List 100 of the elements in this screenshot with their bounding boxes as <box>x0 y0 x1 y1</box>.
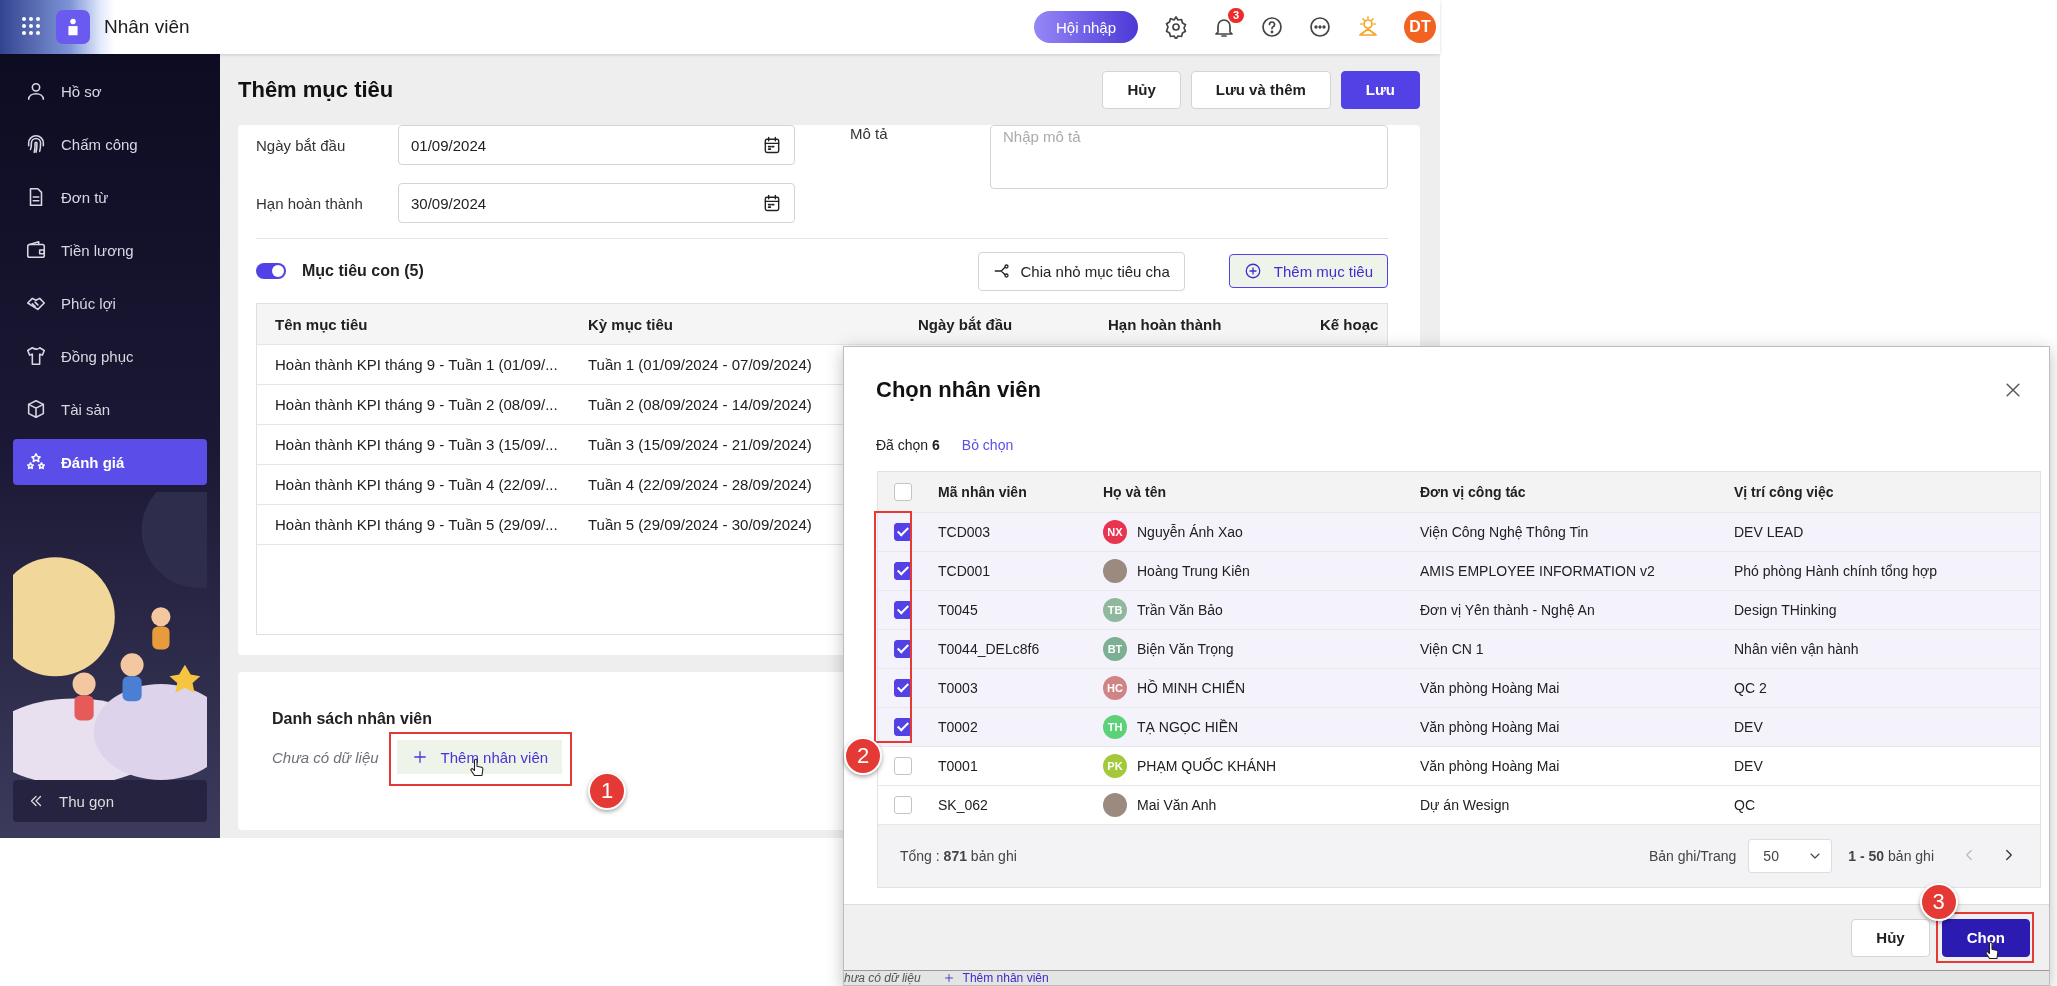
split-goal-button[interactable]: Chia nhỏ mục tiêu cha <box>977 251 1185 291</box>
help-icon[interactable] <box>1260 15 1284 39</box>
sidebar-item[interactable]: Tiền lương <box>13 227 207 273</box>
table-cell: Tuần 5 (29/09/2024 - 30/09/2024) <box>588 516 812 533</box>
toggle-switch[interactable] <box>256 263 286 279</box>
page-title: Thêm mục tiêu <box>238 76 395 103</box>
notification-badge: 3 <box>1227 8 1244 23</box>
app-grid-icon[interactable] <box>22 17 42 37</box>
plus-icon <box>942 972 955 984</box>
onboarding-button[interactable]: Hội nhập <box>1033 11 1138 43</box>
table-cell-text: T0002 <box>937 719 979 735</box>
sidebar-item[interactable]: Chấm công <box>13 121 207 167</box>
page-size-select[interactable]: 50 <box>1748 839 1833 873</box>
more-icon[interactable] <box>1308 15 1332 39</box>
empty-state-text: Chưa có dữ liệu <box>272 748 379 766</box>
section-title: Mục tiêu con (5) <box>302 262 425 280</box>
table-cell-text: DEV <box>1733 719 1764 735</box>
table-cell-text: DEV <box>1733 758 1764 774</box>
employee-name: HỒ MINH CHIẾN <box>1137 680 1246 696</box>
step-marker: 3 <box>1919 882 1958 921</box>
cancel-button[interactable]: Hủy <box>1851 918 1930 957</box>
selected-count: Đã chọn 6 <box>876 437 940 453</box>
date-field[interactable]: 30/09/2024 <box>398 183 795 223</box>
field-label: Mô tả <box>850 125 889 144</box>
dialog-title: Chọn nhân viên <box>876 377 1041 403</box>
avatar: TB <box>1103 598 1127 622</box>
date-field[interactable]: 01/09/2024 <box>398 125 795 165</box>
column-header: Hạn hoàn thành <box>1108 315 1222 333</box>
table-cell-text: TCD001 <box>937 563 992 579</box>
sidebar-item[interactable]: Đánh giá <box>13 439 207 485</box>
table-cell-text: T0044_DELc8f6 <box>937 641 1041 657</box>
table-cell-text: Viện Công Nghệ Thông Tin <box>1419 524 1590 540</box>
avatar: NX <box>1103 520 1127 544</box>
app-title: Nhân viên <box>104 16 190 38</box>
add-employee-button[interactable]: Thêm nhân viên <box>942 971 1049 985</box>
plus-circle-icon <box>1243 262 1262 280</box>
calendar-icon <box>762 193 782 213</box>
field-label: Hạn hoàn thành <box>256 194 364 212</box>
empty-state-text: hưa có dữ liệu <box>844 971 921 985</box>
table-cell-text: TCD003 <box>937 524 992 540</box>
table-cell: Tuần 4 (22/09/2024 - 28/09/2024) <box>588 476 812 493</box>
table-cell: Hoàn thành KPI tháng 9 - Tuần 4 (22/09/... <box>275 476 558 493</box>
column-header: Mã nhân viên <box>937 484 1028 500</box>
split-icon <box>992 262 1011 280</box>
clear-selection-link[interactable]: Bỏ chọn <box>961 437 1014 453</box>
wallet-icon <box>25 239 47 261</box>
employee-name: Mai Văn Anh <box>1137 797 1217 813</box>
checkbox[interactable] <box>894 796 912 814</box>
page-size-label: Bản ghi/Trang <box>1648 848 1737 864</box>
table-cell: Tuần 3 (15/09/2024 - 21/09/2024) <box>588 436 812 453</box>
save-and-add-button[interactable]: Lưu và thêm <box>1190 70 1331 109</box>
checkbox[interactable] <box>894 483 912 501</box>
step-marker: 1 <box>588 772 627 810</box>
cancel-button[interactable]: Hủy <box>1102 70 1181 109</box>
sidebar-item[interactable]: Phúc lợi <box>13 280 207 326</box>
add-employee-button[interactable]: Thêm nhân viên <box>396 740 563 774</box>
employee-name: Hoàng Trung Kiên <box>1137 563 1250 579</box>
table-cell-text: Văn phòng Hoàng Mai <box>1419 719 1561 735</box>
save-button[interactable]: Lưu <box>1340 70 1420 109</box>
table-cell-text: Nhân viên vận hành <box>1733 641 1860 657</box>
avatar-placeholder <box>1103 559 1127 583</box>
shirt-icon <box>25 345 47 367</box>
table-cell: Hoàn thành KPI tháng 9 - Tuần 1 (01/09/... <box>275 356 558 373</box>
settings-icon[interactable] <box>1164 15 1188 39</box>
avatar: TH <box>1103 715 1127 739</box>
avatar: PK <box>1103 754 1127 778</box>
description-field[interactable]: Nhập mô tả <box>990 125 1388 189</box>
sidebar-item[interactable]: Tài sản <box>13 386 207 432</box>
column-header: Kế hoạc <box>1320 315 1379 333</box>
employee-name: TẠ NGỌC HIỀN <box>1137 719 1239 735</box>
column-header: Đơn vị công tác <box>1419 484 1527 500</box>
table-cell-text: Văn phòng Hoàng Mai <box>1419 680 1561 696</box>
employee-name: Biện Văn Trọng <box>1137 641 1234 657</box>
cube-icon <box>25 398 47 420</box>
table-cell-text: Phó phòng Hành chính tổng hợp <box>1733 563 1938 579</box>
table-cell: Tuần 1 (01/09/2024 - 07/09/2024) <box>588 356 812 373</box>
checkbox[interactable] <box>894 757 912 775</box>
avatar-placeholder <box>1103 793 1127 817</box>
table-cell-text: AMIS EMPLOYEE INFORMATION v2 <box>1419 563 1656 579</box>
table-cell-text: T0003 <box>937 680 979 696</box>
field-label: Ngày bắt đầu <box>256 136 347 154</box>
avatar: BT <box>1103 637 1127 661</box>
record-range: 1 - 50 bản ghi <box>1848 848 1934 864</box>
collapse-button[interactable]: Thu gọn <box>13 780 207 822</box>
column-header: Kỳ mục tiêu <box>588 315 674 333</box>
fingerprint-icon <box>25 133 47 155</box>
sidebar-item[interactable]: Hồ sơ <box>13 68 207 114</box>
record-total: Tổng : 871 bản ghi <box>900 848 1017 864</box>
table-cell-text: DEV LEAD <box>1733 524 1805 540</box>
column-header: Ngày bắt đầu <box>918 315 1013 333</box>
choose-button[interactable]: Chọn <box>1941 918 2030 957</box>
table-cell: Tuần 2 (08/09/2024 - 14/09/2024) <box>588 396 812 413</box>
table-cell-text: Văn phòng Hoàng Mai <box>1419 758 1561 774</box>
table-cell-text: Design THinking <box>1733 602 1838 618</box>
sidebar-item[interactable]: Đồng phục <box>13 333 207 379</box>
section-title: Danh sách nhân viên <box>272 710 433 728</box>
add-goal-button[interactable]: Thêm mục tiêu <box>1228 254 1388 288</box>
table-cell-text: QC 2 <box>1733 680 1768 696</box>
sidebar-item[interactable]: Đơn từ <box>13 174 207 220</box>
app-logo-icon <box>56 10 90 44</box>
